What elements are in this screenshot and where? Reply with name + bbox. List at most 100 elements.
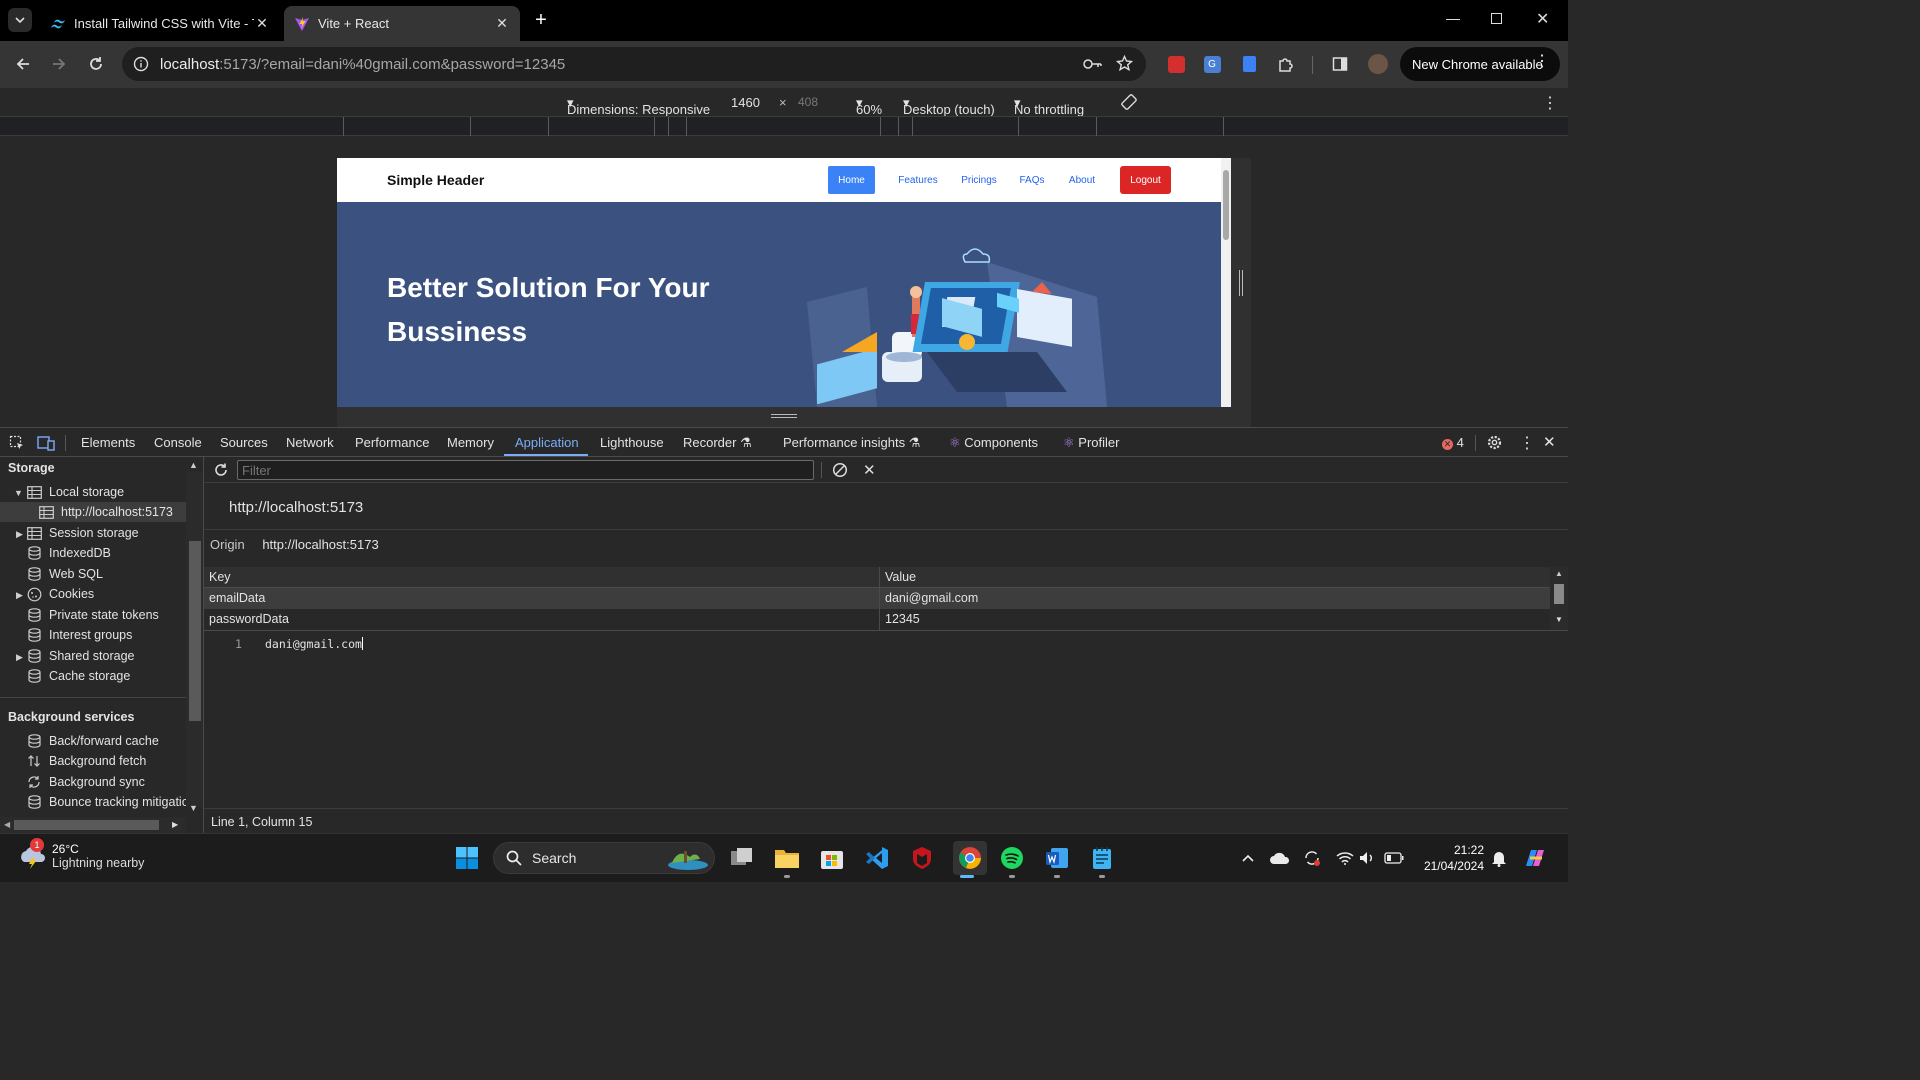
sidebar-scrollbar-thumb[interactable] xyxy=(189,541,201,721)
settings-gear-icon[interactable] xyxy=(1486,434,1503,451)
sidebar-item-localhost-origin[interactable]: http://localhost:5173 xyxy=(38,502,173,522)
devtools-more-icon[interactable]: ⋮ xyxy=(1519,433,1535,453)
sidebar-item-cookies[interactable]: Cookies xyxy=(26,584,94,604)
notepad-icon[interactable] xyxy=(1088,844,1116,872)
system-clock[interactable]: 21:22 21/04/2024 xyxy=(1418,842,1484,874)
column-header-key[interactable]: Key xyxy=(204,567,880,588)
collapsed-arrow-icon[interactable]: ▶ xyxy=(16,529,23,540)
table-row[interactable]: passwordData 12345 xyxy=(204,609,1550,630)
sidebar-item-shared-storage[interactable]: Shared storage xyxy=(26,646,134,666)
sidebar-hscroll-thumb[interactable] xyxy=(14,820,159,830)
sidebar-item-private-state-tokens[interactable]: Private state tokens xyxy=(26,605,159,625)
table-scrollbar[interactable]: ▲ ▼ xyxy=(1550,567,1568,630)
back-button[interactable] xyxy=(11,52,35,76)
address-bar[interactable]: localhost:5173/?email=dani%40gmail.com&p… xyxy=(122,47,1146,81)
nav-features-link[interactable]: Features xyxy=(895,166,941,194)
collapsed-arrow-icon[interactable]: ▶ xyxy=(16,652,23,663)
file-explorer-icon[interactable] xyxy=(773,844,801,872)
bookmark-star-icon[interactable] xyxy=(1116,55,1133,72)
sidebar-item-bounce-tracking[interactable]: Bounce tracking mitigatio xyxy=(26,792,189,812)
zoom-dropdown[interactable]: 60% ▾ xyxy=(856,95,882,117)
table-row[interactable]: emailData dani@gmail.com xyxy=(204,588,1550,609)
sync-status-icon[interactable] xyxy=(1298,844,1326,872)
close-window-button[interactable]: ✕ xyxy=(1536,9,1549,29)
restore-button[interactable] xyxy=(1491,13,1502,24)
delete-selected-icon[interactable]: ✕ xyxy=(863,461,876,479)
close-devtools-icon[interactable]: ✕ xyxy=(1543,433,1556,451)
column-header-value[interactable]: Value xyxy=(880,567,1550,588)
sidebar-item-web-sql[interactable]: Web SQL xyxy=(26,564,103,584)
notifications-bell-icon[interactable] xyxy=(1485,844,1513,872)
tab-profiler[interactable]: ⚛ Profiler xyxy=(1063,435,1119,451)
scroll-up-icon[interactable]: ▲ xyxy=(1555,569,1563,578)
sidebar-item-background-sync[interactable]: Background sync xyxy=(26,772,145,792)
new-tab-button[interactable]: + xyxy=(530,10,552,32)
error-counter[interactable]: ✕ 4 xyxy=(1442,435,1464,450)
reload-button[interactable] xyxy=(84,52,108,76)
width-input[interactable]: 1460 xyxy=(731,95,760,110)
height-input[interactable]: 408 xyxy=(798,95,818,109)
throttling-dropdown[interactable]: No throttling ▾ xyxy=(1014,95,1084,117)
weather-widget[interactable]: 1 26°C Lightning nearby xyxy=(18,838,144,870)
sidebar-item-session-storage[interactable]: Session storage xyxy=(26,523,139,543)
tab-console[interactable]: Console xyxy=(154,435,202,450)
tab-lighthouse[interactable]: Lighthouse xyxy=(600,435,664,450)
device-dropdown[interactable]: Desktop (touch) ▾ xyxy=(903,95,995,117)
table-scrollbar-thumb[interactable] xyxy=(1554,584,1564,604)
microsoft-store-icon[interactable] xyxy=(818,844,846,872)
sidebar-item-local-storage[interactable]: Local storage xyxy=(26,482,124,502)
battery-icon[interactable] xyxy=(1380,844,1408,872)
scroll-down-icon[interactable]: ▼ xyxy=(1555,615,1563,624)
inspect-element-icon[interactable] xyxy=(9,435,25,451)
devbar-more-icon[interactable]: ⋮ xyxy=(1542,93,1558,113)
spotify-icon[interactable] xyxy=(998,844,1026,872)
logout-button[interactable]: Logout xyxy=(1120,166,1171,194)
vscode-icon[interactable] xyxy=(863,844,891,872)
sidebar-item-back-forward-cache[interactable]: Back/forward cache xyxy=(26,731,159,751)
tab-tailwind[interactable]: Install Tailwind CSS with Vite - T ✕ xyxy=(40,6,280,41)
refresh-icon[interactable] xyxy=(213,462,229,478)
minimize-button[interactable] xyxy=(1446,12,1460,26)
extension-red-icon[interactable] xyxy=(1164,52,1188,76)
tab-performance[interactable]: Performance xyxy=(355,435,429,450)
sidebar-item-interest-groups[interactable]: Interest groups xyxy=(26,625,132,645)
page-scrollbar[interactable] xyxy=(1221,158,1231,407)
side-panel-icon[interactable] xyxy=(1328,52,1352,76)
copilot-icon[interactable] xyxy=(1521,844,1549,872)
sidebar-item-background-fetch[interactable]: Background fetch xyxy=(26,751,146,771)
forward-button[interactable] xyxy=(47,52,71,76)
nav-about-link[interactable]: About xyxy=(1063,166,1101,194)
onedrive-cloud-icon[interactable] xyxy=(1266,844,1294,872)
scroll-left-icon[interactable]: ◀ xyxy=(4,820,10,829)
expanded-arrow-icon[interactable]: ▼ xyxy=(14,488,23,498)
nav-home-button[interactable]: Home xyxy=(828,166,875,194)
page-scrollbar-thumb[interactable] xyxy=(1223,170,1229,240)
task-view-icon[interactable] xyxy=(728,844,756,872)
chrome-icon[interactable] xyxy=(953,841,987,875)
sidebar-item-indexeddb[interactable]: IndexedDB xyxy=(26,543,111,563)
sidebar-item-cache-storage[interactable]: Cache storage xyxy=(26,666,130,686)
collapsed-arrow-icon[interactable]: ▶ xyxy=(16,590,23,601)
tab-search-button[interactable] xyxy=(8,8,32,32)
extensions-puzzle-icon[interactable] xyxy=(1274,52,1298,76)
tab-memory[interactable]: Memory xyxy=(447,435,494,450)
tab-application[interactable]: Application xyxy=(515,435,579,450)
dimensions-dropdown[interactable]: Dimensions: Responsive ▾ xyxy=(567,95,710,117)
sidebar-horizontal-scrollbar[interactable]: ◀ ▶ xyxy=(0,817,186,833)
start-button[interactable] xyxy=(453,844,481,872)
device-toolbar-toggle-icon[interactable] xyxy=(37,435,55,451)
volume-icon[interactable] xyxy=(1354,844,1382,872)
tab-sources[interactable]: Sources xyxy=(220,435,268,450)
profile-avatar[interactable] xyxy=(1366,52,1390,76)
mcafee-icon[interactable] xyxy=(908,844,936,872)
taskbar-search-box[interactable]: Search xyxy=(493,842,715,874)
rotate-icon[interactable] xyxy=(1120,93,1138,111)
sidebar-scroll-down-icon[interactable]: ▼ xyxy=(189,803,198,813)
tab-performance-insights[interactable]: Performance insights ⚗ xyxy=(783,435,920,451)
new-chrome-available-button[interactable]: New Chrome available ⋮ xyxy=(1400,47,1560,81)
tab-recorder[interactable]: Recorder ⚗ xyxy=(683,435,752,451)
tab-components[interactable]: ⚛ Components xyxy=(949,435,1038,451)
viewport-right-handle[interactable] xyxy=(1231,158,1251,427)
word-icon[interactable] xyxy=(1043,844,1071,872)
scroll-right-icon[interactable]: ▶ xyxy=(172,820,178,829)
